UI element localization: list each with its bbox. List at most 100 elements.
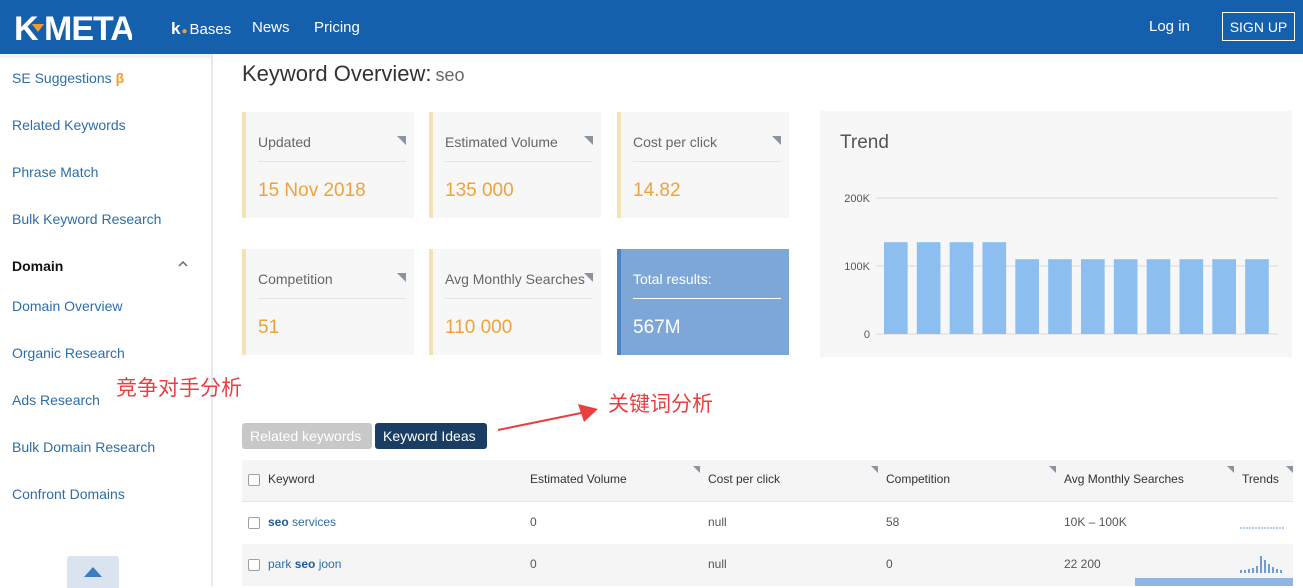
trend-bar[interactable] [1015, 259, 1039, 334]
metric-card-total-results: Total results: 567M [617, 249, 789, 355]
sidebar-item-confront-domains[interactable]: Confront Domains [12, 486, 125, 502]
cell-avg-searches: 22 200 [1064, 557, 1101, 571]
kmeta-logo[interactable]: K META [14, 8, 132, 46]
keyword-link[interactable]: park seo joon [268, 557, 341, 571]
trend-bar[interactable] [1179, 259, 1204, 334]
sidebar-item-ads-research[interactable]: Ads Research [12, 392, 100, 408]
svg-text:META: META [44, 10, 132, 44]
login-link[interactable]: Log in [1149, 18, 1190, 35]
kmeta-logo-mark: K META [14, 10, 132, 44]
metric-label: Cost per click [633, 134, 718, 150]
page-title-keyword: seo [435, 65, 465, 85]
metric-label: Avg Monthly Searches [445, 271, 585, 287]
metric-value: 15 Nov 2018 [258, 180, 366, 201]
metric-card-avg-monthly-searches: Avg Monthly Searches 110 000 [429, 249, 601, 355]
keyword-rest: joon [315, 557, 342, 571]
kbases-k: k [171, 19, 181, 38]
metric-card-cost-per-click: Cost per click 14.82 [617, 112, 789, 218]
header-avg-monthly-searches[interactable]: Avg Monthly Searches [1064, 472, 1184, 486]
arrow-up-icon [84, 567, 102, 577]
sidebar-item-se-suggestions[interactable]: SE Suggestions β [12, 70, 124, 86]
cell-avg-searches: 10K – 100K [1064, 515, 1127, 529]
y-tick-label: 200K [844, 193, 870, 205]
keyword-link[interactable]: seo services [268, 515, 336, 529]
trend-bar[interactable] [949, 242, 974, 334]
trend-bar[interactable] [884, 242, 908, 334]
trend-bar[interactable] [1212, 259, 1236, 334]
chevron-up-icon[interactable] [178, 259, 188, 269]
trend-bar[interactable] [1146, 259, 1171, 334]
header-estimated-volume[interactable]: Estimated Volume [530, 472, 627, 486]
metric-card-competition: Competition 51 [242, 249, 414, 355]
sidebar-item-bulk-domain-research[interactable]: Bulk Domain Research [12, 439, 155, 455]
sort-triangle-icon[interactable] [1286, 466, 1293, 473]
corner-triangle-icon [397, 136, 406, 145]
corner-triangle-icon [584, 273, 593, 282]
annotation-keyword-analysis: 关键词分析 [608, 392, 713, 416]
divider [445, 298, 593, 299]
sidebar: SE Suggestions β Related Keywords Phrase … [0, 54, 213, 588]
trend-chart: 200K 100K 0 [844, 193, 1278, 341]
signup-button[interactable]: SIGN UP [1222, 12, 1295, 41]
sort-triangle-icon[interactable] [693, 466, 700, 473]
sort-triangle-icon[interactable] [1049, 466, 1056, 473]
sort-triangle-icon[interactable] [1227, 466, 1234, 473]
sidebar-item-organic-research[interactable]: Organic Research [12, 345, 125, 361]
header-cost-per-click[interactable]: Cost per click [708, 472, 780, 486]
top-navbar: K META k ● Bases News Pricing Log in SIG… [0, 0, 1303, 54]
metric-value: 14.82 [633, 180, 681, 201]
tab-keyword-ideas[interactable]: Keyword Ideas [375, 423, 487, 449]
nav-news[interactable]: News [252, 19, 290, 36]
sidebar-item-domain-overview[interactable]: Domain Overview [12, 298, 122, 314]
metric-card-estimated-volume: Estimated Volume 135 000 [429, 112, 601, 218]
keyword-match: seo [294, 557, 316, 571]
sort-triangle-icon[interactable] [871, 466, 878, 473]
cell-cpc: null [708, 515, 727, 529]
row-checkbox[interactable] [248, 559, 260, 571]
metric-value: 51 [258, 317, 280, 338]
tab-related-keywords[interactable]: Related keywords [242, 423, 372, 449]
keyword-match: seo [268, 515, 289, 529]
nav-pricing[interactable]: Pricing [314, 19, 360, 36]
table-header: Keyword Estimated Volume Cost per click … [242, 460, 1293, 502]
divider [258, 161, 406, 162]
metric-value: 567M [633, 317, 681, 338]
sidebar-item-phrase-match[interactable]: Phrase Match [12, 164, 98, 180]
row-checkbox[interactable] [248, 517, 260, 529]
cell-volume: 0 [530, 515, 537, 529]
select-all-checkbox[interactable] [248, 474, 260, 486]
header-competition[interactable]: Competition [886, 472, 950, 486]
scroll-to-top-button[interactable] [67, 556, 119, 588]
table-row: seo services 0 null 58 10K – 100K [242, 502, 1293, 544]
beta-badge: β [115, 70, 125, 86]
sidebar-section-domain[interactable]: Domain [12, 258, 63, 274]
trend-bar[interactable] [916, 242, 941, 334]
trend-bar[interactable] [1245, 259, 1269, 334]
trend-bar[interactable] [1048, 259, 1072, 334]
divider [633, 298, 781, 299]
metric-label: Total results: [633, 271, 712, 287]
header-keyword[interactable]: Keyword [268, 472, 315, 486]
y-tick-label: 100K [844, 261, 870, 273]
corner-triangle-icon [772, 136, 781, 145]
trend-bar[interactable] [1081, 259, 1105, 334]
corner-triangle-icon [584, 136, 593, 145]
trend-bar[interactable] [1113, 259, 1138, 334]
header-trends[interactable]: Trends [1242, 472, 1279, 486]
nav-kbases[interactable]: k ● Bases [171, 19, 231, 39]
corner-triangle-icon [397, 273, 406, 282]
page-title: Keyword Overview: seo [242, 61, 465, 87]
cell-cpc: null [708, 557, 727, 571]
divider [258, 298, 406, 299]
trend-bar[interactable] [982, 242, 1007, 334]
trend-panel: Trend 200K 100K 0 [820, 111, 1292, 357]
sidebar-item-bulk-keyword-research[interactable]: Bulk Keyword Research [12, 211, 161, 227]
sidebar-item-related-keywords[interactable]: Related Keywords [12, 117, 126, 133]
keyword-pre: park [268, 557, 295, 571]
metric-card-updated: Updated 15 Nov 2018 [242, 112, 414, 218]
annotation-competitor-analysis: 竞争对手分析 [116, 376, 242, 400]
footer-bar [1135, 578, 1293, 586]
y-tick-label: 0 [864, 329, 870, 341]
cell-competition: 58 [886, 515, 900, 529]
metric-value: 110 000 [445, 317, 513, 338]
